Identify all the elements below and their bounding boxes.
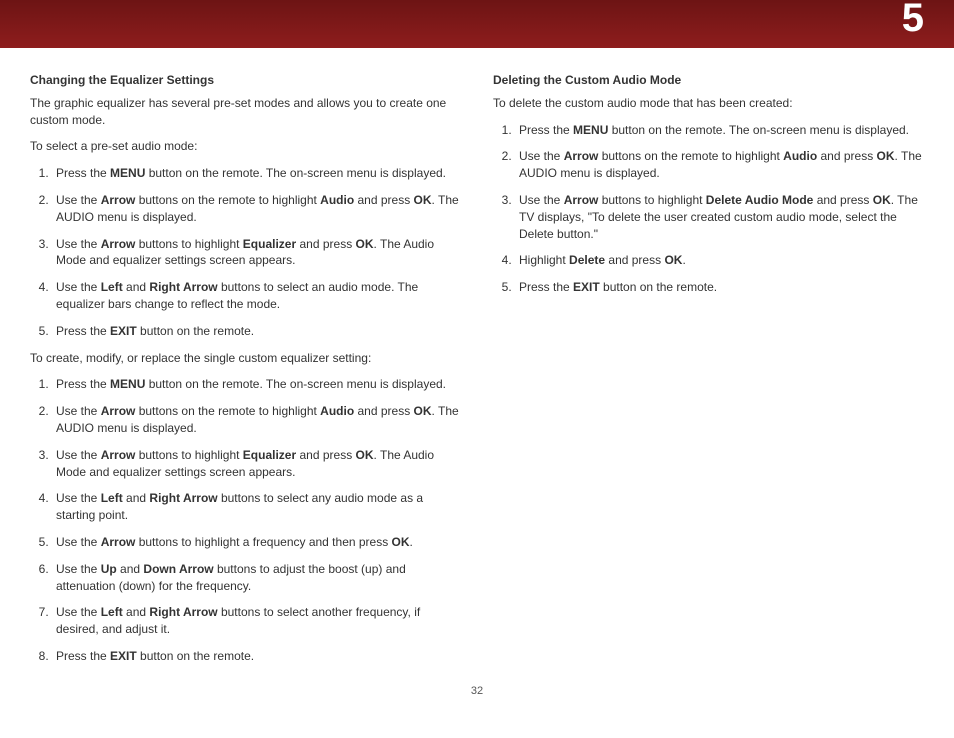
page-number: 32: [0, 685, 954, 711]
chapter-header: 5: [0, 0, 954, 48]
list-item: Use the Arrow buttons to highlight Delet…: [515, 192, 924, 242]
list-item: Use the Arrow buttons on the remote to h…: [52, 192, 461, 226]
bold-term: Equalizer: [243, 448, 296, 462]
paragraph: To delete the custom audio mode that has…: [493, 95, 924, 112]
bold-term: MENU: [573, 123, 608, 137]
list-item: Use the Arrow buttons to highlight Equal…: [52, 447, 461, 481]
list-item: Use the Arrow buttons on the remote to h…: [52, 403, 461, 437]
bold-term: EXIT: [110, 324, 137, 338]
list-item: Use the Arrow buttons on the remote to h…: [515, 148, 924, 182]
paragraph: To create, modify, or replace the single…: [30, 350, 461, 367]
bold-term: Up: [101, 562, 117, 576]
bold-term: Equalizer: [243, 237, 296, 251]
bold-term: Right Arrow: [149, 280, 217, 294]
bold-term: OK: [414, 193, 432, 207]
list-item: Use the Arrow buttons to highlight a fre…: [52, 534, 461, 551]
list-item: Press the EXIT button on the remote.: [52, 323, 461, 340]
bold-term: OK: [873, 193, 891, 207]
ordered-list: Press the MENU button on the remote. The…: [493, 122, 924, 296]
bold-term: Right Arrow: [149, 491, 217, 505]
bold-term: Left: [101, 280, 123, 294]
paragraph: The graphic equalizer has several pre-se…: [30, 95, 461, 129]
bold-term: Audio: [320, 404, 354, 418]
list-item: Use the Arrow buttons to highlight Equal…: [52, 236, 461, 270]
list-item: Use the Left and Right Arrow buttons to …: [52, 490, 461, 524]
list-item: Press the MENU button on the remote. The…: [52, 165, 461, 182]
ordered-list: Press the MENU button on the remote. The…: [30, 376, 461, 664]
bold-term: Delete Audio Mode: [706, 193, 814, 207]
bold-term: OK: [356, 237, 374, 251]
bold-term: Arrow: [101, 193, 136, 207]
bold-term: EXIT: [573, 280, 600, 294]
list-item: Use the Left and Right Arrow buttons to …: [52, 604, 461, 638]
bold-term: Down Arrow: [143, 562, 213, 576]
list-item: Use the Up and Down Arrow buttons to adj…: [52, 561, 461, 595]
bold-term: MENU: [110, 166, 145, 180]
section-heading: Deleting the Custom Audio Mode: [493, 72, 924, 89]
list-item: Press the MENU button on the remote. The…: [52, 376, 461, 393]
page-body: Changing the Equalizer Settings The grap…: [0, 48, 954, 685]
bold-term: Right Arrow: [149, 605, 217, 619]
bold-term: Left: [101, 491, 123, 505]
bold-term: Arrow: [564, 193, 599, 207]
left-column: Changing the Equalizer Settings The grap…: [30, 72, 461, 675]
bold-term: OK: [664, 253, 682, 267]
section-heading: Changing the Equalizer Settings: [30, 72, 461, 89]
bold-term: OK: [356, 448, 374, 462]
chapter-number: 5: [902, 0, 924, 41]
bold-term: MENU: [110, 377, 145, 391]
ordered-list: Press the MENU button on the remote. The…: [30, 165, 461, 339]
bold-term: Left: [101, 605, 123, 619]
bold-term: OK: [414, 404, 432, 418]
right-column: Deleting the Custom Audio Mode To delete…: [493, 72, 924, 675]
bold-term: Arrow: [101, 237, 136, 251]
bold-term: Arrow: [101, 404, 136, 418]
bold-term: OK: [392, 535, 410, 549]
bold-term: Audio: [320, 193, 354, 207]
bold-term: OK: [877, 149, 895, 163]
list-item: Use the Left and Right Arrow buttons to …: [52, 279, 461, 313]
list-item: Press the EXIT button on the remote.: [52, 648, 461, 665]
list-item: Press the EXIT button on the remote.: [515, 279, 924, 296]
bold-term: Delete: [569, 253, 605, 267]
bold-term: Arrow: [564, 149, 599, 163]
bold-term: EXIT: [110, 649, 137, 663]
paragraph: To select a pre-set audio mode:: [30, 138, 461, 155]
bold-term: Audio: [783, 149, 817, 163]
list-item: Press the MENU button on the remote. The…: [515, 122, 924, 139]
bold-term: Arrow: [101, 448, 136, 462]
bold-term: Arrow: [101, 535, 136, 549]
list-item: Highlight Delete and press OK.: [515, 252, 924, 269]
